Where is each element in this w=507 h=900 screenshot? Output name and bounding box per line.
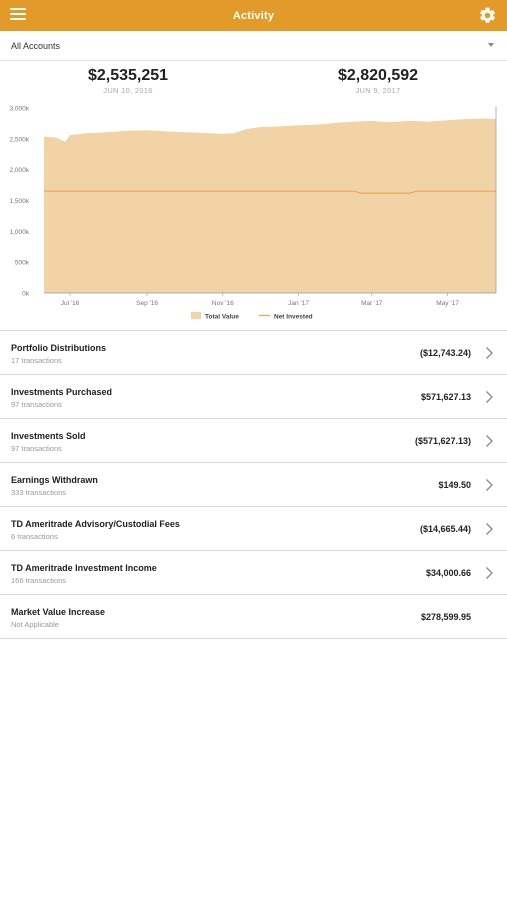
activity-row-count: 97 transactions xyxy=(11,400,62,409)
end-value-date: JUN 9, 2017 xyxy=(355,86,401,95)
activity-row-count: 97 transactions xyxy=(11,444,62,453)
activity-row-label: Portfolio Distributions xyxy=(11,343,106,353)
activity-row[interactable]: Earnings Withdrawn 333 transactions $149.5… xyxy=(0,463,507,507)
x-tick-label: Jan '17 xyxy=(288,300,309,307)
y-tick-label: 2,000k xyxy=(9,167,29,174)
y-tick-label: 1,500k xyxy=(9,198,29,205)
end-value-block: $2,820,592 JUN 9, 2017 xyxy=(278,67,478,95)
activity-row[interactable]: TD Ameritrade Advisory/Custodial Fees 6 t… xyxy=(0,507,507,551)
gear-icon[interactable] xyxy=(478,6,497,25)
activity-row-count: 6 transactions xyxy=(11,532,58,541)
activity-row-label: TD Ameritrade Advisory/Custodial Fees xyxy=(11,519,180,529)
chevron-right-icon xyxy=(486,347,493,359)
activity-row[interactable]: Investments Sold 97 transactions ($571,627… xyxy=(0,419,507,463)
activity-list: Portfolio Distributions 17 transactions ($… xyxy=(0,330,507,639)
activity-row-label: Market Value Increase xyxy=(11,607,106,617)
activity-row[interactable]: Portfolio Distributions 17 transactions ($… xyxy=(0,331,507,375)
total-value-area xyxy=(44,118,496,293)
chevron-down-icon xyxy=(488,43,494,47)
activity-row-amount: ($14,665.44) xyxy=(419,524,471,534)
activity-row-count: 166 transactions xyxy=(11,576,67,585)
account-selector[interactable]: All Accounts xyxy=(0,31,507,61)
activity-row-amount: $149.50 xyxy=(438,480,471,490)
chevron-right-icon xyxy=(486,567,493,579)
activity-row-amount: ($12,743.24) xyxy=(419,348,471,358)
activity-row: Market Value Increase Not Applicable $278,… xyxy=(0,595,507,639)
legend-swatch-total-value xyxy=(191,312,201,319)
x-tick-label: Sep '16 xyxy=(136,300,158,307)
x-tick-label: Jul '16 xyxy=(61,300,80,307)
activity-row-count: 333 transactions xyxy=(11,488,67,497)
activity-row-label: Earnings Withdrawn xyxy=(11,475,98,485)
y-tick-label: 2,500k xyxy=(9,136,29,143)
activity-row-amount: ($571,627.13) xyxy=(414,436,471,446)
legend-label-total-value: Total Value xyxy=(205,314,239,321)
x-tick-label: Mar '17 xyxy=(361,300,383,307)
account-selector-value: All Accounts xyxy=(11,40,61,51)
activity-row-amount: $34,000.66 xyxy=(425,568,471,578)
legend-label-net-invested: Net Invested xyxy=(274,314,313,321)
x-tick-label: Nov '16 xyxy=(212,300,234,307)
activity-row-amount: $278,599.95 xyxy=(420,612,471,622)
hamburger-menu-icon[interactable] xyxy=(10,8,26,22)
activity-row-label: Investments Sold xyxy=(11,431,86,441)
app-header: Activity xyxy=(0,0,507,31)
activity-row-count: Not Applicable xyxy=(11,620,59,629)
y-tick-label: 500k xyxy=(15,260,30,267)
y-tick-label: 0k xyxy=(22,291,30,298)
chevron-right-icon xyxy=(486,479,493,491)
y-tick-label: 3,000k xyxy=(9,106,29,113)
x-tick-label: May '17 xyxy=(436,300,459,307)
chevron-right-icon xyxy=(486,435,493,447)
start-value-date: JUN 10, 2016 xyxy=(103,86,153,95)
activity-row[interactable]: TD Ameritrade Investment Income 166 trans… xyxy=(0,551,507,595)
start-value-amount: $2,535,251 xyxy=(87,67,169,84)
end-value-amount: $2,820,592 xyxy=(337,67,419,84)
start-value-block: $2,535,251 JUN 10, 2016 xyxy=(28,67,228,95)
activity-row-amount: $571,627.13 xyxy=(420,392,471,402)
activity-row[interactable]: Investments Purchased 97 transactions $571… xyxy=(0,375,507,419)
activity-row-count: 17 transactions xyxy=(11,356,62,365)
page-title: Activity xyxy=(232,9,275,22)
activity-chart: 0k 500k 1,000k 1,500k 2,000k 2,500k 3,000k Jul … xyxy=(9,106,497,321)
chevron-right-icon xyxy=(486,523,493,535)
activity-row-label: TD Ameritrade Investment Income xyxy=(11,563,157,573)
y-tick-label: 1,000k xyxy=(9,229,29,236)
chevron-right-icon xyxy=(486,391,493,403)
activity-row-label: Investments Purchased xyxy=(11,387,113,397)
